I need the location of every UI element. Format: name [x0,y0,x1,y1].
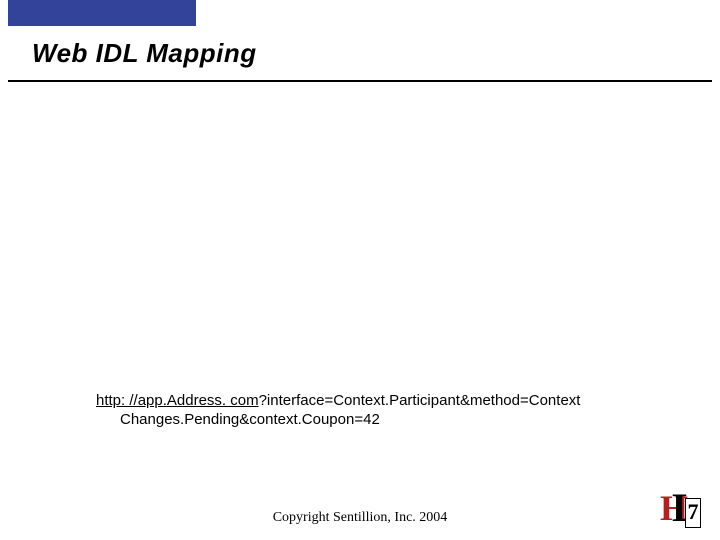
example-url-block: http: //app.Address. com?interface=Conte… [96,392,680,430]
copyright-text: Copyright Sentillion, Inc. 2004 [0,510,720,526]
example-url-query1: ?interface=Context.Participant&method=Co… [259,392,581,409]
logo-7-glyph: 7 [685,498,701,528]
header-accent-bar [8,0,196,26]
slide-title: Web IDL Mapping [32,38,257,68]
title-underline [8,80,712,82]
hl7-logo: H L 7 [660,490,700,528]
example-url-line1: http: //app.Address. com?interface=Conte… [96,392,680,411]
example-url-link[interactable]: http: //app.Address. com [96,392,259,409]
example-url-line2: Changes.Pending&context.Coupon=42 [96,411,680,430]
slide-title-wrap: Web IDL Mapping [32,38,257,69]
